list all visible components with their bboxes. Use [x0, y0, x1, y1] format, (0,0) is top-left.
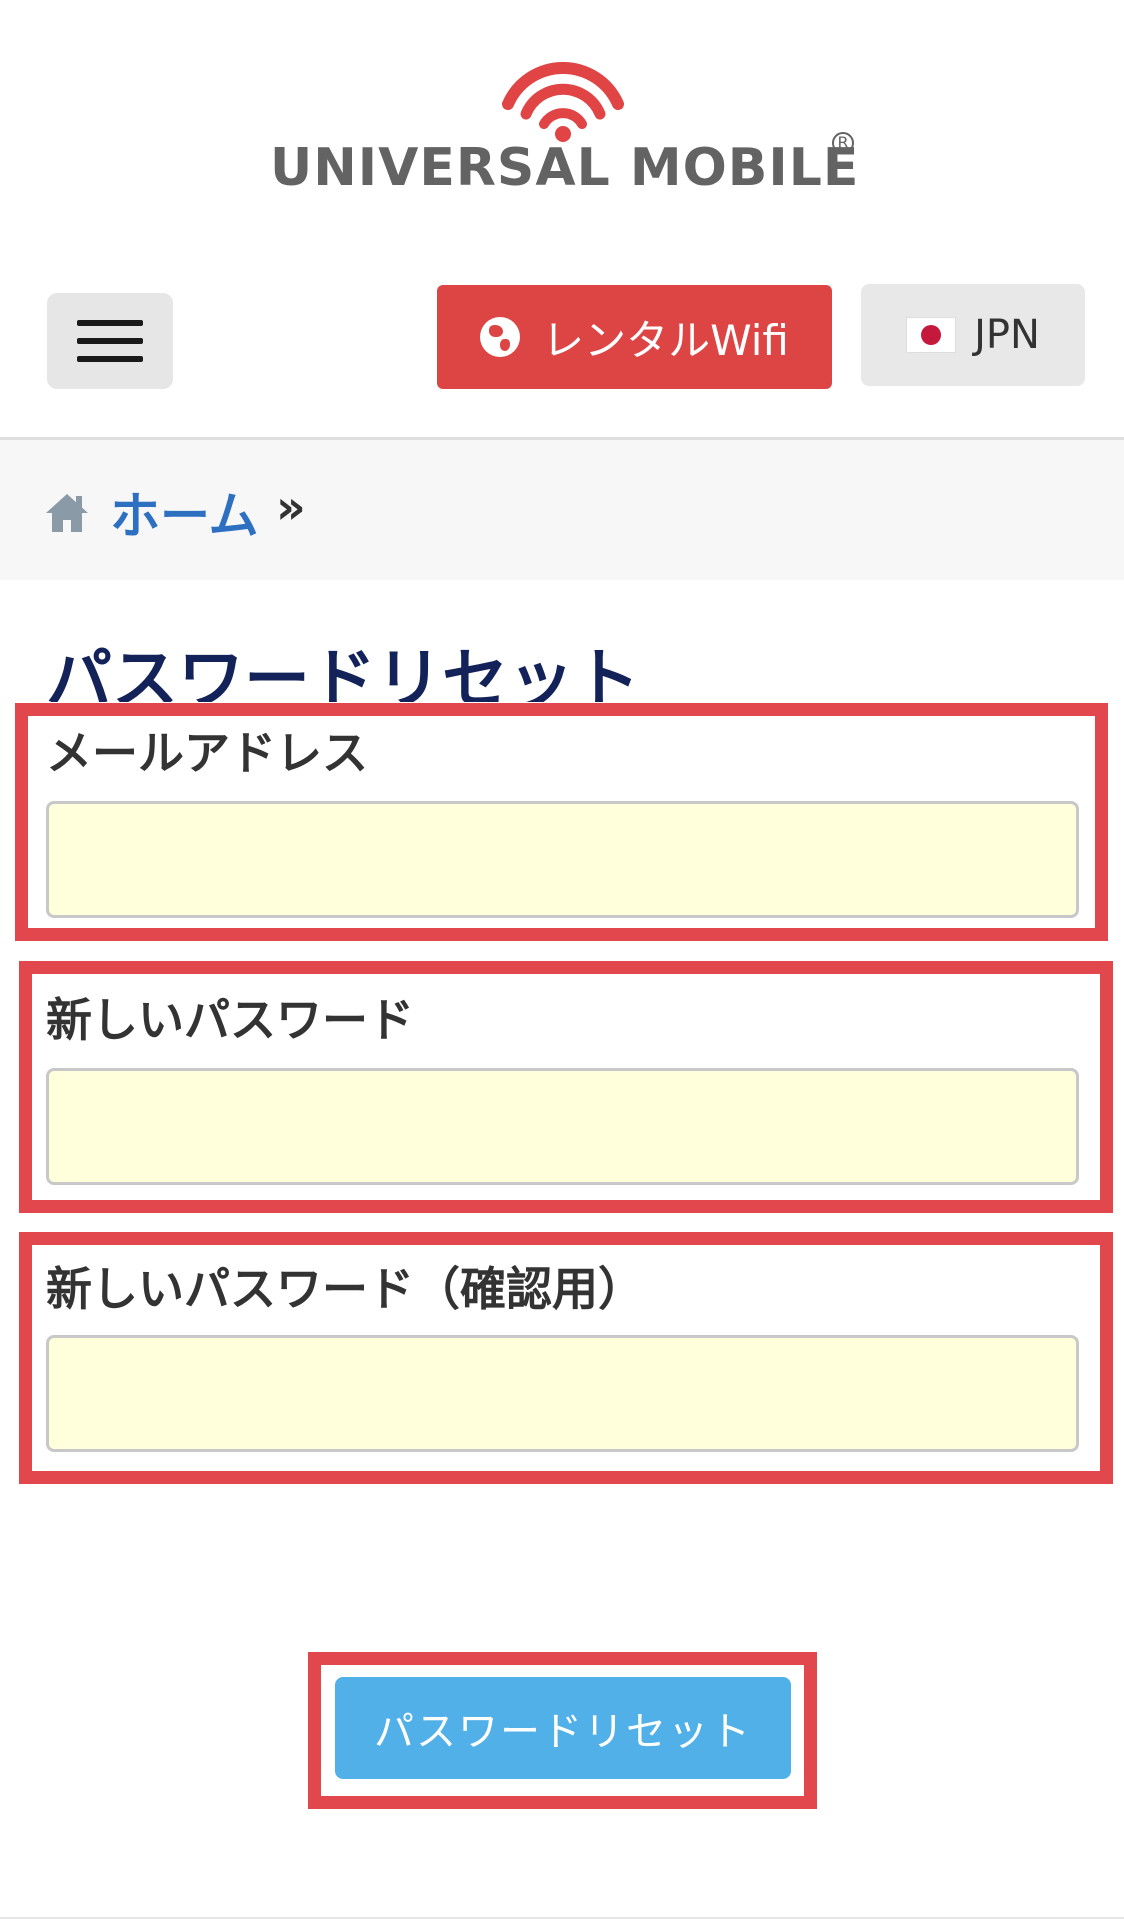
password-reset-submit-button[interactable]: パスワードリセット [335, 1677, 791, 1779]
email-input[interactable] [46, 801, 1079, 918]
language-label: JPN [974, 312, 1040, 358]
hamburger-menu-button[interactable] [47, 293, 173, 389]
menu-bar-top [77, 320, 143, 326]
rental-wifi-button[interactable]: レンタルWifi [437, 285, 832, 389]
logo-brand-text: UNIVERSAL MOBILE [270, 138, 860, 198]
globe-icon [480, 317, 521, 357]
confirm-password-input[interactable] [46, 1335, 1079, 1452]
rental-wifi-label: レンタルWifi [542, 315, 789, 365]
registered-mark: R [832, 132, 854, 154]
breadcrumb-separator: » [276, 480, 306, 534]
breadcrumb: ホーム » [0, 440, 1124, 580]
new-password-input[interactable] [46, 1068, 1079, 1185]
confirm-password-label: 新しいパスワード（確認用） [46, 1262, 644, 1316]
email-label: メールアドレス [46, 726, 368, 780]
breadcrumb-home-link[interactable]: ホーム [110, 476, 259, 548]
wifi-signal-icon [502, 61, 624, 142]
site-logo[interactable]: UNIVERSAL MOBILE R [0, 40, 1124, 210]
language-selector-button[interactable]: JPN [861, 284, 1085, 386]
menu-bar-bottom [77, 356, 143, 362]
footer-divider [0, 1917, 1124, 1919]
new-password-label: 新しいパスワード [46, 993, 414, 1047]
japan-flag-icon [906, 317, 957, 353]
page-title: パスワードリセット [46, 641, 640, 702]
menu-bar-middle [77, 338, 143, 344]
home-icon [46, 494, 88, 532]
